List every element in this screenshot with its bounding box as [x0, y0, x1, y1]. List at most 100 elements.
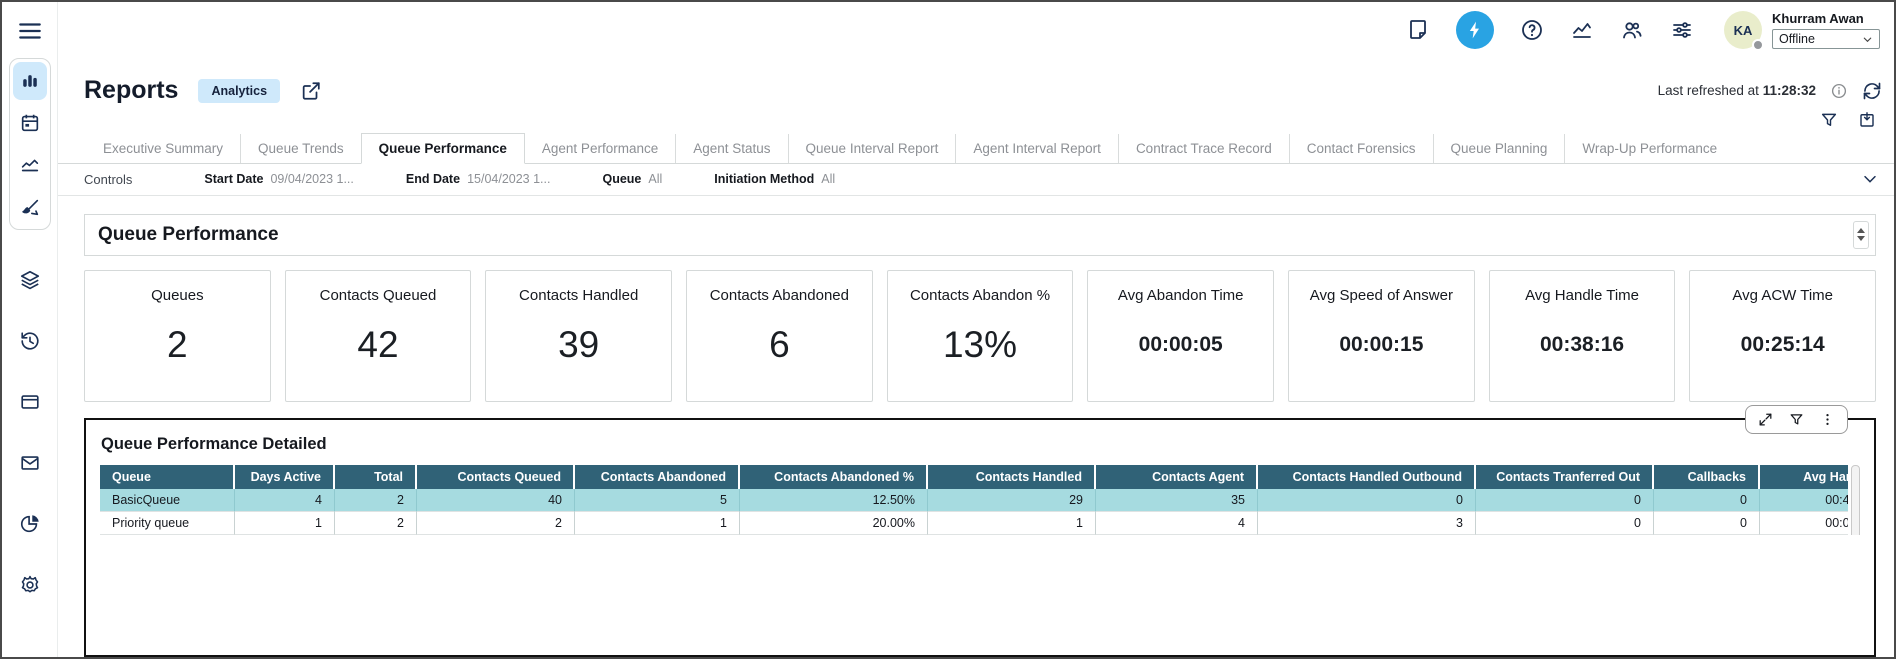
avatar[interactable]: KA — [1724, 11, 1762, 49]
metric-value: 00:00:15 — [1339, 304, 1423, 387]
cell: 2 — [417, 512, 575, 535]
col-contacts-handled[interactable]: Contacts Handled — [928, 465, 1096, 489]
filter-funnel-icon[interactable] — [1789, 412, 1804, 427]
control-end-date[interactable]: End Date 15/04/2023 1... — [406, 172, 551, 186]
table-scrollbar[interactable] — [1851, 465, 1860, 535]
cell: 0 — [1476, 512, 1654, 535]
metric-value: 00:38:16 — [1540, 304, 1624, 387]
cell: 35 — [1096, 489, 1258, 512]
cell: 20.00% — [740, 512, 928, 535]
metric-card-avg-speed-of-answer: Avg Speed of Answer 00:00:15 — [1288, 270, 1475, 402]
sidebar-item-mail[interactable] — [13, 451, 47, 475]
tab-executive-summary[interactable]: Executive Summary — [86, 134, 240, 163]
section-heading: Queue Performance — [84, 214, 1876, 256]
sidebar-item-reports[interactable] — [13, 62, 47, 100]
tab-queue-trends[interactable]: Queue Trends — [240, 134, 361, 163]
widget-toolbar — [1745, 405, 1848, 434]
control-label: Queue — [602, 172, 641, 186]
metric-card-avg-handle-time: Avg Handle Time 00:38:16 — [1489, 270, 1676, 402]
external-link-icon[interactable] — [300, 80, 322, 102]
control-initiation-method[interactable]: Initiation Method All — [714, 172, 835, 186]
control-value: 09/04/2023 1... — [270, 172, 353, 186]
table-row-priority-queue[interactable]: Priority queue 1 2 2 1 20.00% 1 4 3 0 — [100, 512, 1848, 535]
tab-queue-planning[interactable]: Queue Planning — [1433, 134, 1565, 163]
sidebar-item-history[interactable] — [13, 329, 47, 353]
kebab-menu-icon[interactable] — [1820, 412, 1835, 427]
section-spinner[interactable] — [1853, 221, 1869, 249]
main-area: KA Khurram Awan Offline Reports Analytic… — [58, 2, 1894, 657]
users-button[interactable] — [1620, 18, 1644, 42]
filter-funnel-icon[interactable] — [1820, 111, 1838, 129]
metric-label: Contacts Abandon % — [910, 287, 1050, 304]
help-button[interactable] — [1520, 18, 1544, 42]
tab-queue-performance[interactable]: Queue Performance — [361, 133, 525, 164]
queue-performance-table: Queue Days Active Total Contacts Queued … — [100, 465, 1848, 535]
tab-agent-status[interactable]: Agent Status — [675, 134, 787, 163]
table-header-row: Queue Days Active Total Contacts Queued … — [100, 465, 1848, 489]
metric-label: Avg Speed of Answer — [1310, 287, 1453, 304]
tab-contract-trace-record[interactable]: Contract Trace Record — [1118, 134, 1289, 163]
cell: 5 — [575, 489, 740, 512]
analytics-button[interactable] — [1570, 18, 1594, 42]
section-title: Queue Performance — [98, 224, 279, 246]
col-contacts-transferred-out[interactable]: Contacts Tranferred Out — [1476, 465, 1654, 489]
tab-contact-forensics[interactable]: Contact Forensics — [1289, 134, 1433, 163]
tab-agent-performance[interactable]: Agent Performance — [525, 134, 675, 163]
control-start-date[interactable]: Start Date 09/04/2023 1... — [204, 172, 353, 186]
controls-collapse-chevron-icon[interactable] — [1862, 171, 1878, 187]
sidebar-item-metrics[interactable] — [13, 146, 47, 184]
metric-card-queues: Queues 2 — [84, 270, 271, 402]
sidebar-item-layers[interactable] — [13, 268, 47, 292]
metric-value: 00:25:14 — [1741, 304, 1825, 387]
table-wrap: Queue Days Active Total Contacts Queued … — [100, 465, 1860, 535]
metric-label: Contacts Abandoned — [710, 287, 849, 304]
control-value: 15/04/2023 1... — [467, 172, 550, 186]
preferences-button[interactable] — [1670, 18, 1694, 42]
tasks-button[interactable] — [1456, 11, 1494, 49]
avatar-initials: KA — [1734, 23, 1753, 38]
download-icon[interactable] — [1858, 111, 1876, 129]
metric-card-avg-acw-time: Avg ACW Time 00:25:14 — [1689, 270, 1876, 402]
col-contacts-abandoned-pct[interactable]: Contacts Abandoned % — [740, 465, 928, 489]
status-select[interactable]: Offline — [1772, 29, 1880, 49]
sidebar-item-settings[interactable] — [13, 573, 47, 597]
sidebar-item-design[interactable] — [13, 188, 47, 226]
col-days-active[interactable]: Days Active — [235, 465, 335, 489]
tab-queue-interval-report[interactable]: Queue Interval Report — [788, 134, 956, 163]
last-refreshed-time: 11:28:32 — [1763, 83, 1816, 98]
metric-value: 39 — [558, 304, 599, 387]
metric-label: Contacts Handled — [519, 287, 638, 304]
sidebar-item-pie[interactable] — [13, 512, 47, 536]
sidebar-item-window[interactable] — [13, 390, 47, 414]
metric-value: 42 — [357, 304, 398, 387]
sidebar — [2, 2, 58, 657]
col-total[interactable]: Total — [335, 465, 417, 489]
sidebar-item-calendar[interactable] — [13, 104, 47, 142]
control-queue[interactable]: Queue All — [602, 172, 662, 186]
expand-icon[interactable] — [1758, 412, 1773, 427]
col-contacts-handled-outbound[interactable]: Contacts Handled Outbound — [1258, 465, 1476, 489]
menu-icon[interactable] — [17, 18, 43, 44]
window-icon — [19, 391, 41, 413]
metric-label: Avg ACW Time — [1732, 287, 1833, 304]
col-contacts-abandoned[interactable]: Contacts Abandoned — [575, 465, 740, 489]
col-contacts-queued[interactable]: Contacts Queued — [417, 465, 575, 489]
refresh-icon[interactable] — [1862, 81, 1882, 101]
cell: 1 — [575, 512, 740, 535]
notes-button[interactable] — [1406, 18, 1430, 42]
control-value: All — [648, 172, 662, 186]
col-contacts-agent[interactable]: Contacts Agent — [1096, 465, 1258, 489]
info-icon[interactable] — [1830, 82, 1848, 100]
analytics-badge: Analytics — [198, 79, 280, 103]
tab-agent-interval-report[interactable]: Agent Interval Report — [955, 134, 1118, 163]
table-row-basicqueue[interactable]: BasicQueue 4 2 40 5 12.50% 29 35 0 0 — [100, 489, 1848, 512]
tab-wrap-up-performance[interactable]: Wrap-Up Performance — [1564, 134, 1734, 163]
report-actions — [58, 111, 1894, 133]
metric-label: Avg Handle Time — [1525, 287, 1639, 304]
cell: 2 — [335, 512, 417, 535]
col-queue[interactable]: Queue — [100, 465, 235, 489]
report-tabs: Executive Summary Queue Trends Queue Per… — [58, 133, 1894, 164]
col-callbacks[interactable]: Callbacks — [1654, 465, 1760, 489]
metric-card-avg-abandon-time: Avg Abandon Time 00:00:05 — [1087, 270, 1274, 402]
col-avg-handle[interactable]: Avg Handl. — [1760, 465, 1848, 489]
